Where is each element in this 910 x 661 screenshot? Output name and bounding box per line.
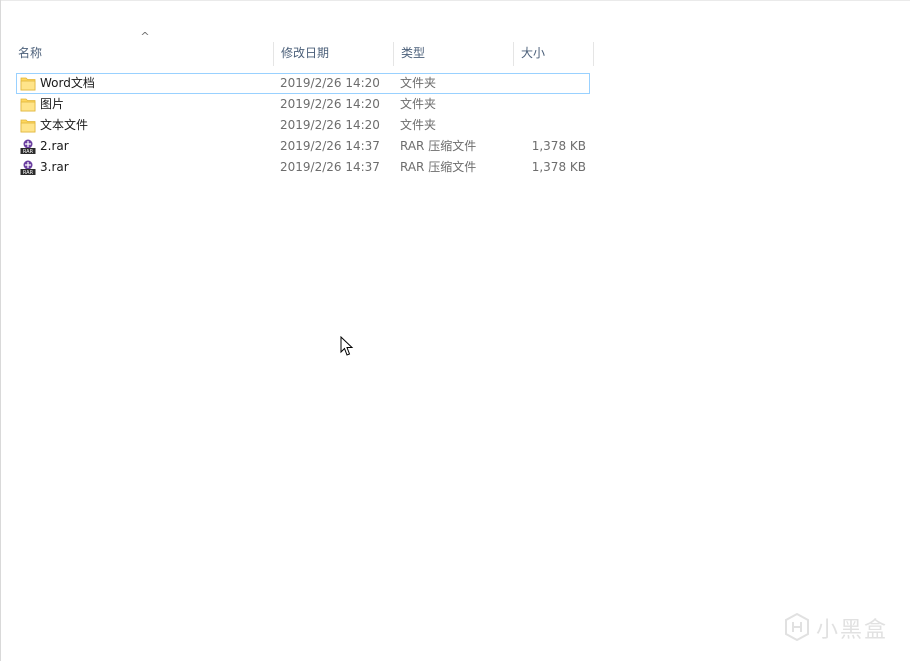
file-date: 2019/2/26 14:37	[280, 160, 380, 174]
rar-archive-icon: RAR	[20, 139, 36, 155]
file-date: 2019/2/26 14:20	[280, 118, 380, 132]
column-header-name[interactable]: 名称	[10, 38, 273, 66]
column-header-date[interactable]: 修改日期	[273, 38, 393, 66]
file-size: 1,378 KB	[531, 139, 586, 153]
file-name: Word文档	[40, 76, 95, 90]
folder-icon	[20, 118, 36, 133]
file-date: 2019/2/26 14:37	[280, 139, 380, 153]
file-name: 3.rar	[40, 160, 69, 174]
file-name: 图片	[40, 97, 65, 111]
file-type: 文件夹	[400, 118, 437, 132]
file-row[interactable]: RAR 2.rar 2019/2/26 14:37 RAR 压缩文件 1,378…	[16, 136, 590, 157]
watermark-text: 小黑盒	[815, 618, 888, 643]
svg-text:RAR: RAR	[23, 170, 34, 175]
file-size: 1,378 KB	[531, 160, 586, 174]
column-header-type[interactable]: 类型	[393, 38, 513, 66]
window-left-edge	[0, 0, 1, 661]
file-row[interactable]: Word文档 2019/2/26 14:20 文件夹	[16, 73, 590, 94]
svg-text:RAR: RAR	[23, 149, 34, 154]
column-divider[interactable]	[593, 42, 594, 66]
file-type: RAR 压缩文件	[400, 139, 477, 153]
file-list: Word文档 2019/2/26 14:20 文件夹 图片 2019/2/26 …	[16, 73, 590, 178]
folder-icon	[20, 97, 36, 112]
heybox-logo-icon	[784, 612, 810, 644]
folder-icon	[20, 76, 36, 91]
file-name: 2.rar	[40, 139, 69, 153]
file-row[interactable]: 图片 2019/2/26 14:20 文件夹	[16, 94, 590, 115]
file-type: 文件夹	[400, 97, 437, 111]
file-row[interactable]: 文本文件 2019/2/26 14:20 文件夹	[16, 115, 590, 136]
file-date: 2019/2/26 14:20	[280, 97, 380, 111]
column-header-size[interactable]: 大小	[513, 38, 594, 66]
file-type: RAR 压缩文件	[400, 160, 477, 174]
rar-archive-icon: RAR	[20, 160, 36, 176]
mouse-cursor-icon	[340, 335, 354, 357]
file-type: 文件夹	[400, 76, 437, 90]
watermark: 小黑盒	[784, 612, 888, 644]
file-row[interactable]: RAR 3.rar 2019/2/26 14:37 RAR 压缩文件 1,378…	[16, 157, 590, 178]
file-name: 文本文件	[40, 118, 89, 132]
file-date: 2019/2/26 14:20	[280, 76, 380, 90]
column-header-bar: ^ 名称 修改日期 类型 大小	[10, 31, 594, 66]
window-top-edge	[0, 0, 910, 1]
